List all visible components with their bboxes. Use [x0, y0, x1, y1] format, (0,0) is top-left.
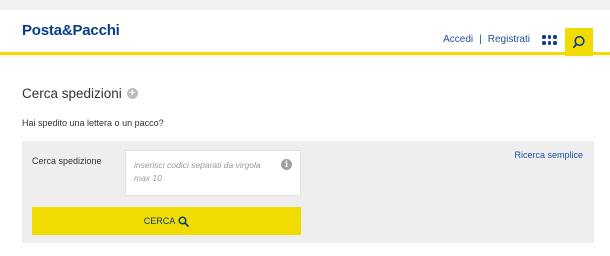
page-title-text: Cerca spedizioni — [22, 86, 122, 101]
header-search-button[interactable] — [565, 28, 593, 56]
search-icon — [572, 35, 585, 49]
simple-search-link[interactable]: Ricerca semplice — [514, 150, 583, 160]
tracking-codes-placeholder: inserisci codici separati da virgola max… — [134, 160, 261, 183]
search-submit-button[interactable]: CERCA — [32, 207, 301, 235]
login-link[interactable]: Accedi — [443, 34, 473, 45]
tracking-field-label: Cerca spedizione — [32, 156, 102, 166]
page-subtitle: Hai spedito una lettera o un pacco? — [22, 118, 164, 128]
site-header: Posta&Pacchi Accedi | Registrati — [0, 10, 610, 56]
nav-separator: | — [479, 34, 482, 45]
main-content: Cerca spedizioni + Hai spedito una lette… — [0, 58, 610, 256]
grid-dots-icon[interactable] — [542, 35, 557, 45]
search-icon — [178, 215, 190, 227]
tracking-codes-input[interactable]: inserisci codici separati da virgola max… — [125, 150, 301, 196]
page-title: Cerca spedizioni + — [22, 86, 138, 101]
top-strip — [0, 0, 610, 10]
logo[interactable]: Posta&Pacchi — [22, 22, 120, 39]
plus-circle-icon[interactable]: + — [126, 88, 138, 99]
register-link[interactable]: Registrati — [488, 34, 530, 45]
search-submit-label: CERCA — [143, 216, 176, 226]
info-icon[interactable]: i — [281, 159, 292, 170]
account-nav: Accedi | Registrati — [443, 34, 530, 45]
search-panel: Cerca spedizione inserisci codici separa… — [22, 141, 594, 243]
